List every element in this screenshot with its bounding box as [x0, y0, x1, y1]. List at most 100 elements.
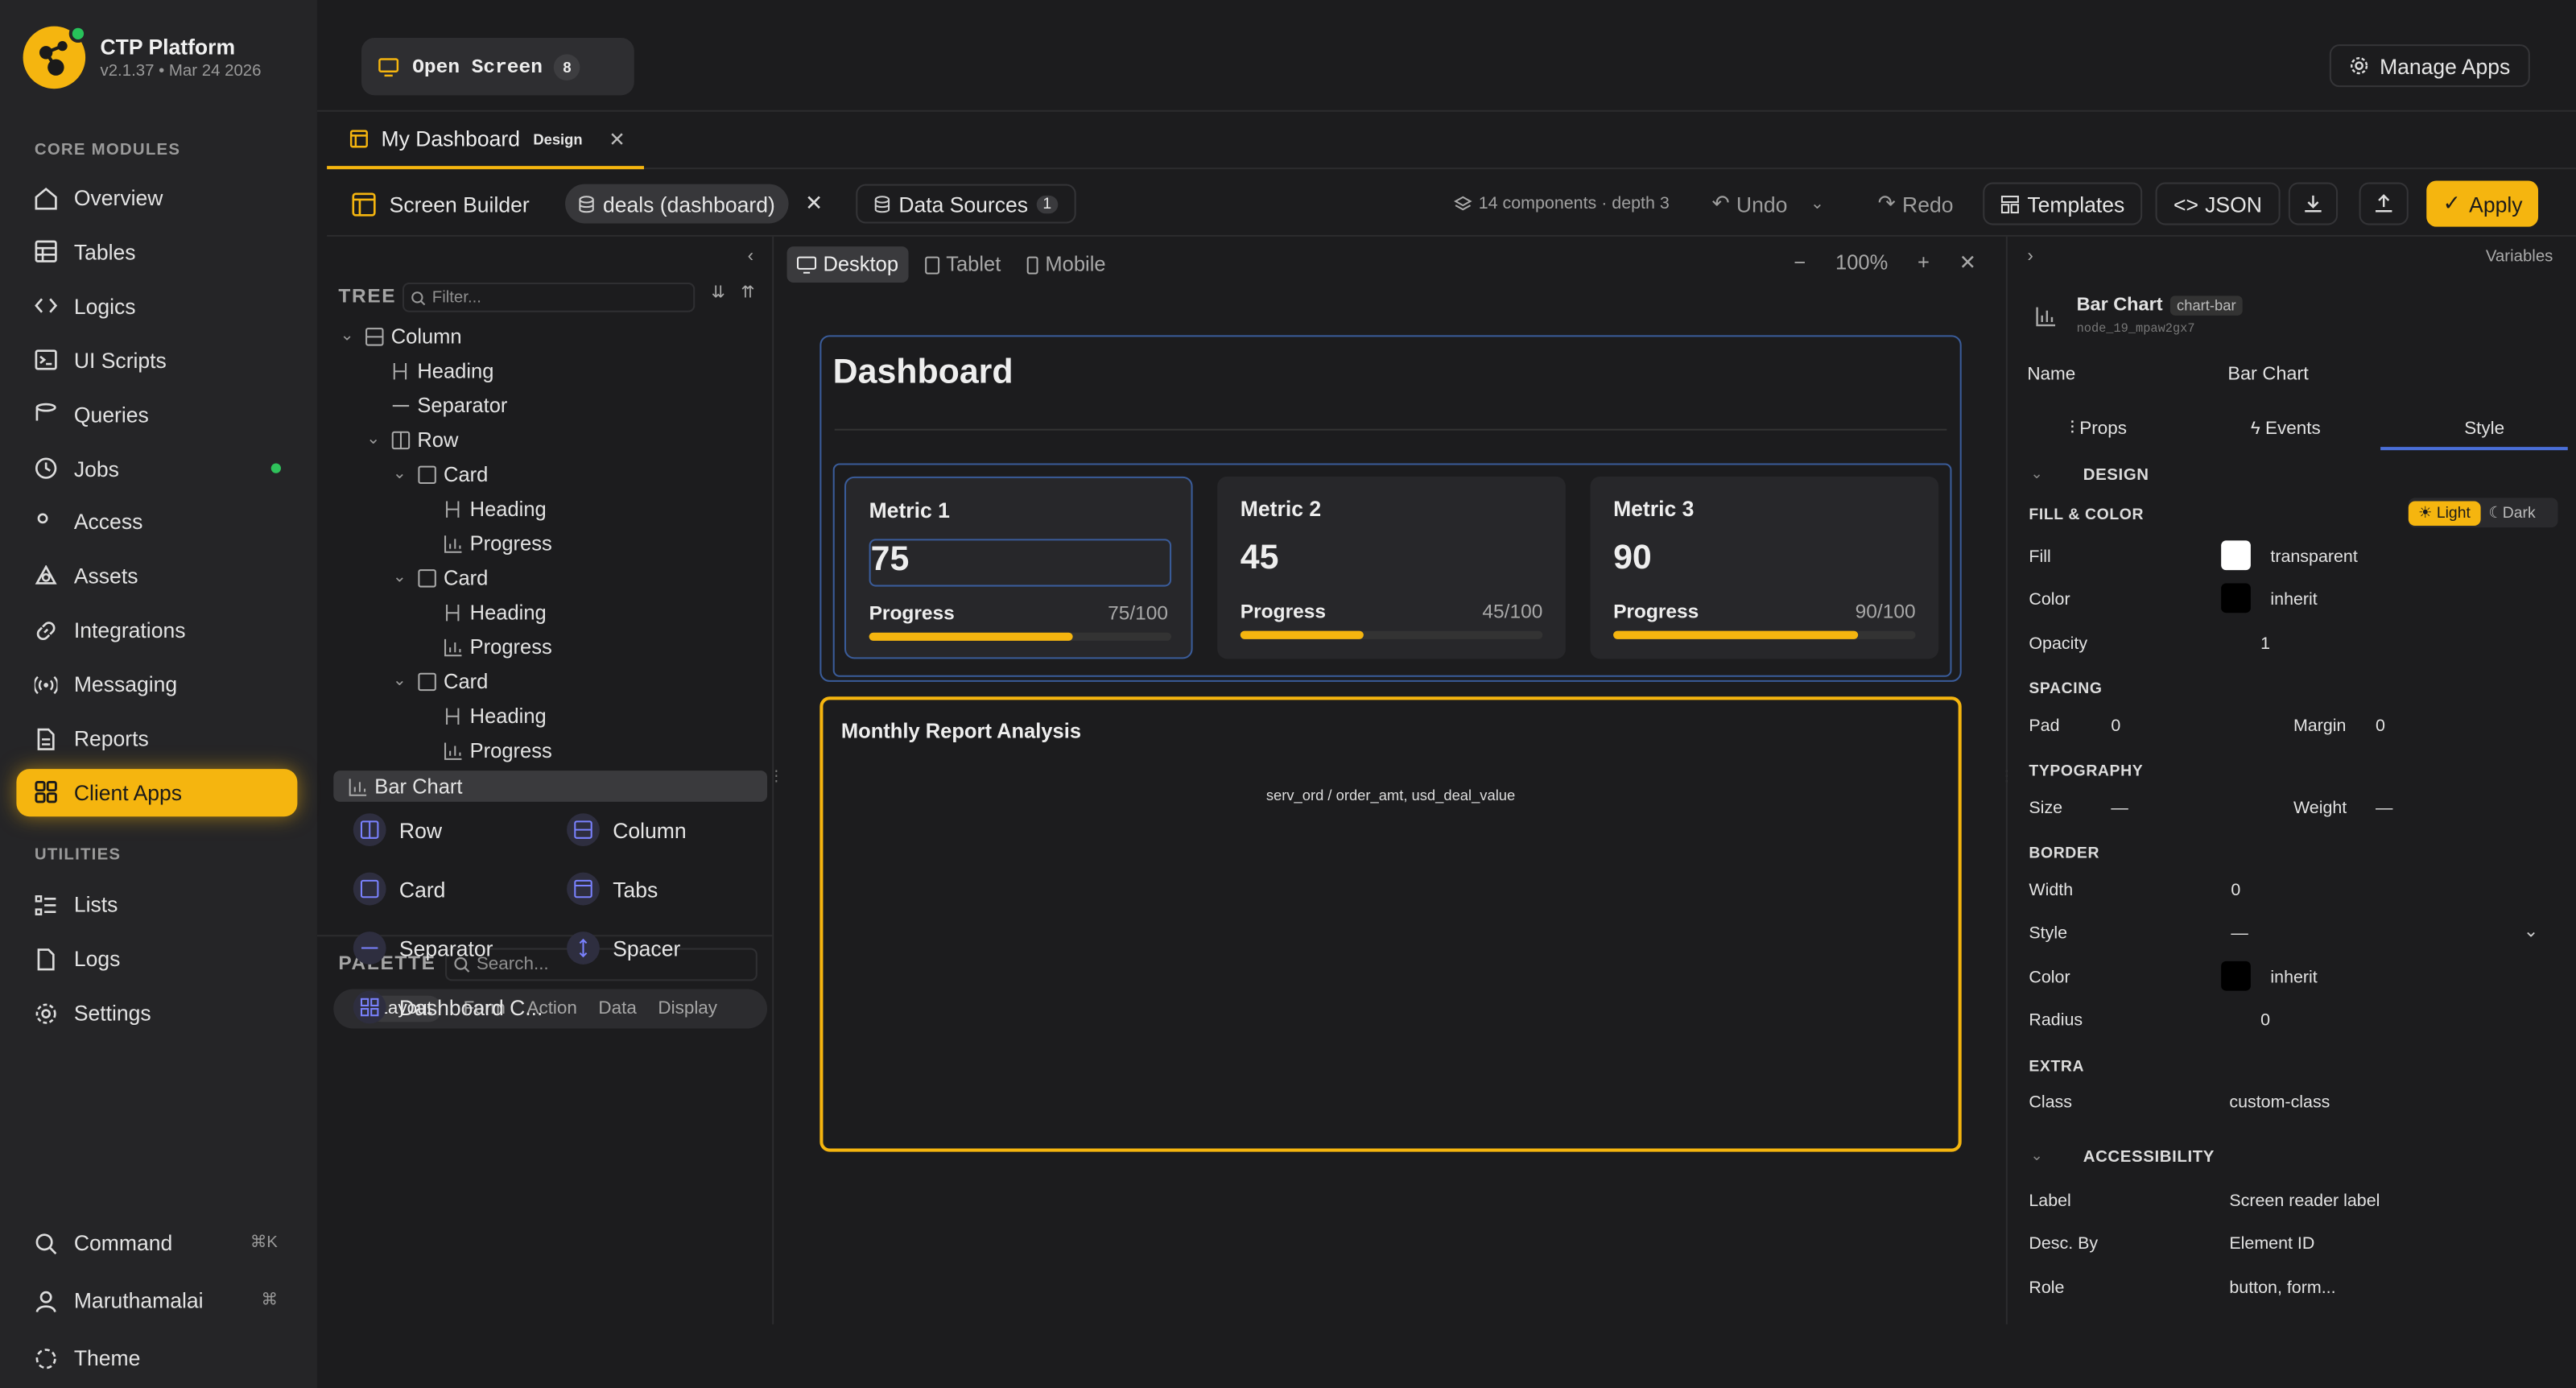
resize-handle-icon[interactable]: ⋮: [769, 767, 783, 785]
theme-button[interactable]: Theme: [16, 1334, 297, 1382]
sidebar-item-reports[interactable]: Reports: [16, 715, 297, 762]
fill-swatch[interactable]: [2221, 540, 2251, 571]
data-sources-button[interactable]: Data Sources 1: [856, 184, 1076, 224]
chevron-down-icon[interactable]: ⌄: [393, 672, 416, 690]
sidebar-item-tables[interactable]: Tables: [16, 228, 297, 275]
chevron-down-icon[interactable]: ⌄: [366, 431, 390, 448]
palette-item-dashboard[interactable]: Dashboard C...: [353, 990, 543, 1024]
collapse-panel-icon[interactable]: ‹: [748, 246, 753, 266]
download-button[interactable]: [2288, 182, 2339, 225]
device-desktop[interactable]: Desktop: [786, 246, 909, 283]
margin-input[interactable]: 0: [2376, 717, 2385, 736]
metric-card[interactable]: Metric 3 90 Progress 90/100: [1590, 476, 1939, 659]
role-input[interactable]: button, form...: [2229, 1279, 2335, 1298]
palette-item-separator[interactable]: Separator: [353, 932, 493, 965]
tree-node-card[interactable]: ⌄ Card: [393, 562, 489, 593]
tree-filter-input[interactable]: Filter...: [402, 283, 696, 312]
palette-item-column[interactable]: Column: [567, 813, 687, 847]
border-color-value[interactable]: inherit: [2270, 968, 2317, 987]
fill-value[interactable]: transparent: [2270, 547, 2357, 567]
chevron-down-icon[interactable]: ⌄: [1810, 195, 1824, 213]
upload-button[interactable]: [2359, 182, 2409, 225]
tree-node-progress[interactable]: Progress: [419, 631, 552, 663]
chevron-down-icon[interactable]: ⌄: [393, 465, 416, 483]
tab-my-dashboard[interactable]: My Dashboard Design ✕: [327, 112, 644, 170]
chevron-down-icon[interactable]: ⌄: [2030, 1146, 2042, 1164]
sidebar-item-ui-scripts[interactable]: UI Scripts: [16, 337, 297, 384]
metric-card[interactable]: Metric 2 45 Progress 45/100: [1217, 476, 1566, 659]
desc-by-input[interactable]: Element ID: [2229, 1234, 2314, 1254]
device-tablet[interactable]: Tablet: [914, 246, 1010, 283]
zoom-in-icon[interactable]: +: [1918, 250, 1930, 274]
tab-events[interactable]: ϟ Events: [2251, 419, 2321, 438]
pad-input[interactable]: 0: [2111, 717, 2120, 736]
tab-props[interactable]: ⫶ Props: [2070, 419, 2127, 440]
bar-chart[interactable]: Monthly Report Analysis serv_ord / order…: [819, 696, 1962, 1152]
manage-apps-button[interactable]: Manage Apps: [2330, 44, 2530, 88]
metric-heading[interactable]: Metric 3: [1613, 496, 1694, 521]
color-swatch[interactable]: [2221, 583, 2251, 613]
dashboard-column[interactable]: Dashboard Metric 1 75 Progress 75/100 Metric…: [819, 335, 1962, 682]
accessibility-section[interactable]: ACCESSIBILITY: [2083, 1149, 2215, 1167]
undo-button[interactable]: ↶ Undo ⌄: [1695, 183, 1840, 225]
tree-node-column[interactable]: ⌄ Column: [340, 320, 461, 352]
sidebar-item-lists[interactable]: Lists: [16, 881, 297, 928]
sidebar-item-assets[interactable]: Assets: [16, 552, 297, 600]
zoom-out-icon[interactable]: −: [1794, 250, 1806, 274]
tree-node-progress[interactable]: Progress: [419, 734, 552, 766]
class-input[interactable]: custom-class: [2229, 1093, 2330, 1112]
name-input[interactable]: Bar Chart: [2227, 365, 2308, 384]
tree-node-separator[interactable]: Separator: [366, 390, 507, 421]
light-dark-toggle[interactable]: ☀ Light ☾Dark: [2408, 498, 2558, 528]
sidebar-item-queries[interactable]: Queries: [16, 390, 297, 438]
color-value[interactable]: inherit: [2270, 590, 2317, 609]
close-tab-icon[interactable]: ✕: [609, 127, 625, 151]
close-preview-icon[interactable]: ✕: [1959, 250, 1976, 275]
a11y-label-input[interactable]: Screen reader label: [2229, 1192, 2380, 1211]
metrics-row[interactable]: Metric 1 75 Progress 75/100 Metric 2 45 Progre…: [832, 463, 1952, 677]
command-button[interactable]: Command ⌘K: [16, 1219, 297, 1266]
metric-card[interactable]: Metric 1 75 Progress 75/100: [844, 476, 1193, 659]
templates-button[interactable]: Templates: [1983, 182, 2143, 225]
tree-node-row[interactable]: ⌄ Row: [366, 424, 458, 456]
data-source-pill[interactable]: deals (dashboard): [565, 184, 789, 224]
design-section-title[interactable]: DESIGN: [2083, 467, 2149, 485]
sidebar-item-jobs[interactable]: Jobs: [16, 444, 297, 492]
progress-bar[interactable]: [1240, 630, 1543, 639]
sidebar-item-logics[interactable]: Logics: [16, 283, 297, 330]
progress-bar[interactable]: [1613, 630, 1916, 639]
tree-node-heading[interactable]: Heading: [419, 493, 547, 524]
redo-button[interactable]: ↷ Redo: [1861, 183, 1970, 225]
tree-node-card[interactable]: ⌄ Card: [393, 666, 489, 697]
chevron-down-icon[interactable]: ⌄: [2030, 465, 2042, 483]
chevron-down-icon[interactable]: ⌄: [340, 327, 363, 345]
size-input[interactable]: —: [2111, 799, 2128, 818]
device-mobile[interactable]: Mobile: [1018, 246, 1116, 283]
opacity-input[interactable]: 1: [2260, 634, 2270, 654]
border-width-input[interactable]: 0: [2231, 881, 2240, 900]
expand-all-icon[interactable]: ⇊: [712, 284, 725, 302]
metric-heading[interactable]: Metric 2: [1241, 496, 1321, 521]
sidebar-item-integrations[interactable]: Integrations: [16, 606, 297, 654]
apply-button[interactable]: ✓ Apply: [2426, 180, 2539, 227]
variables-link[interactable]: Variables: [2486, 248, 2553, 266]
sidebar-item-client-apps[interactable]: Client Apps: [16, 768, 298, 817]
metric-heading[interactable]: Metric 1: [869, 498, 950, 523]
radius-input[interactable]: 0: [2260, 1010, 2270, 1030]
palette-tab-data[interactable]: Data: [598, 999, 636, 1018]
palette-tab-display[interactable]: Display: [658, 999, 717, 1018]
remove-source-icon[interactable]: ✕: [805, 183, 823, 225]
sidebar-item-messaging[interactable]: Messaging: [16, 661, 297, 708]
light-option[interactable]: ☀ Light: [2408, 500, 2481, 526]
tab-style[interactable]: Style: [2464, 419, 2504, 438]
open-screen-button[interactable]: Open Screen 8: [361, 37, 634, 96]
expand-panel-icon[interactable]: ›: [2027, 246, 2033, 266]
tree-node-progress[interactable]: Progress: [419, 527, 552, 559]
sidebar-item-access[interactable]: Access: [16, 498, 297, 546]
chevron-down-icon[interactable]: ⌄: [2524, 920, 2539, 941]
sidebar-item-settings[interactable]: Settings: [16, 989, 297, 1037]
chevron-down-icon[interactable]: ⌄: [393, 568, 416, 586]
palette-item-card[interactable]: Card: [353, 872, 445, 906]
border-color-swatch[interactable]: [2221, 960, 2251, 991]
dark-option[interactable]: ☾Dark: [2480, 504, 2535, 522]
